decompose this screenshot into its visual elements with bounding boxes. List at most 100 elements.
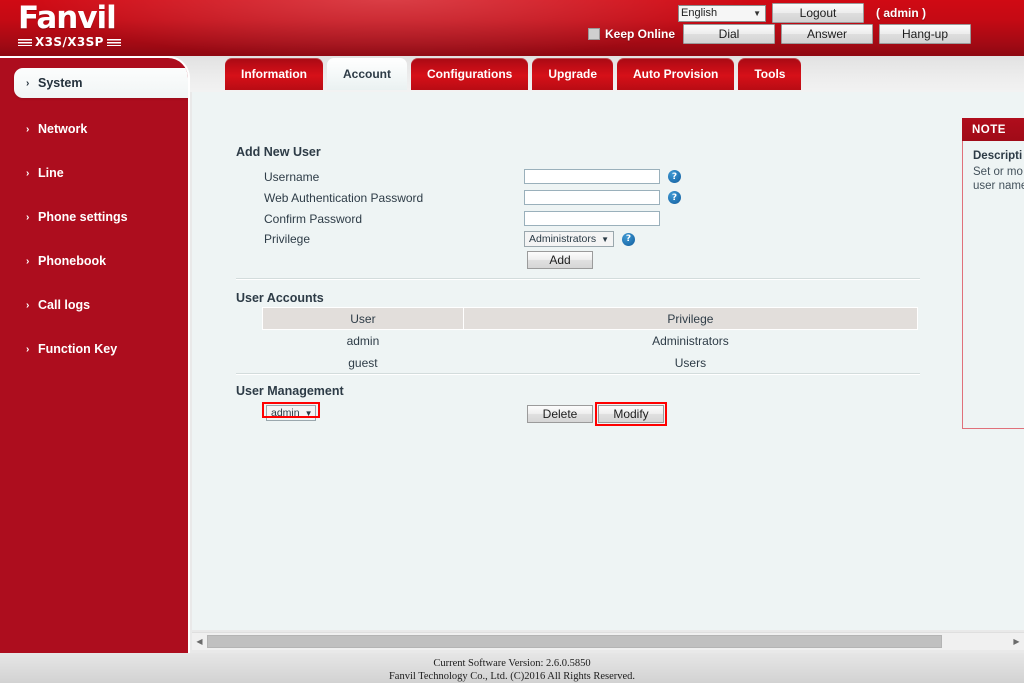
chevron-right-icon: › (26, 77, 30, 89)
software-version-text: Current Software Version: 2.6.0.5850 (433, 658, 591, 669)
tab-configurations[interactable]: Configurations (411, 58, 529, 90)
header-call-controls: Keep Online Dial Answer Hang-up (588, 24, 972, 44)
sidebar-item-network[interactable]: › Network (0, 114, 188, 144)
logout-button[interactable]: Logout (772, 3, 864, 23)
logo-bars-left-icon (18, 38, 32, 46)
user-management-title: User Management (236, 384, 344, 398)
user-accounts-title: User Accounts (236, 291, 324, 305)
modify-button[interactable]: Modify (598, 405, 664, 423)
tab-upgrade[interactable]: Upgrade (532, 58, 614, 90)
table-row[interactable]: guest Users (263, 352, 918, 374)
keep-online-label: Keep Online (605, 27, 676, 41)
column-header-privilege: Privilege (462, 307, 919, 330)
scroll-right-arrow-icon[interactable]: ▶ (1009, 634, 1024, 649)
user-management-select-value: admin (271, 407, 300, 419)
cell-privilege: Administrators (652, 334, 729, 348)
keep-online-checkbox[interactable] (588, 28, 600, 40)
note-panel-body: Descripti Set or mo user name (962, 141, 1024, 429)
sidebar-item-call-logs[interactable]: › Call logs (0, 290, 188, 320)
privilege-row: Privilege Administrators ▼ ? (264, 231, 635, 247)
brand-name: Fanvil (18, 0, 117, 36)
chevron-right-icon: › (26, 299, 30, 311)
chevron-right-icon: › (26, 167, 30, 179)
add-user-button[interactable]: Add (527, 251, 593, 269)
tab-list: Information Account Configurations Upgra… (225, 58, 802, 90)
web-auth-password-input[interactable] (524, 190, 660, 205)
sidebar-item-label: Call logs (38, 298, 91, 312)
main-content: Add New User Username ? Web Authenticati… (192, 92, 1024, 630)
user-management-select[interactable]: admin ▼ (266, 405, 316, 421)
phone-web-ui: Fanvil X3S/X3SP English ▼ Logout ( admin… (0, 0, 1024, 683)
language-select[interactable]: English ▼ (678, 4, 766, 22)
current-user-label: ( admin ) (876, 6, 926, 20)
keep-online-group[interactable]: Keep Online (588, 27, 675, 41)
column-header-user: User (262, 307, 464, 330)
divider (236, 373, 920, 375)
privilege-select-value: Administrators (529, 233, 597, 245)
note-panel-header: NOTE (962, 118, 1024, 141)
help-icon[interactable]: ? (668, 191, 681, 204)
web-auth-password-label: Web Authentication Password (264, 190, 424, 205)
hangup-button[interactable]: Hang-up (879, 24, 972, 44)
sidebar: › System › Network › Line › Phone settin… (0, 56, 190, 653)
sidebar-item-label: Phonebook (38, 254, 107, 268)
chevron-down-icon: ▼ (601, 234, 610, 244)
divider (236, 278, 920, 280)
note-description-title: Descripti (973, 150, 1023, 162)
user-accounts-table: User Privilege admin Administrators gues… (262, 307, 919, 374)
answer-button[interactable]: Answer (781, 24, 874, 44)
add-new-user-title: Add New User (236, 145, 321, 159)
web-auth-password-row: Web Authentication Password ? (264, 190, 681, 205)
confirm-password-row: Confirm Password (264, 211, 660, 226)
confirm-password-input[interactable] (524, 211, 660, 226)
language-select-value: English (681, 7, 718, 19)
username-row: Username ? (264, 169, 681, 184)
sidebar-item-phonebook[interactable]: › Phonebook (0, 246, 188, 276)
chevron-right-icon: › (26, 123, 30, 135)
tab-account[interactable]: Account (327, 58, 407, 90)
sidebar-item-label: Line (38, 166, 64, 180)
note-description-text: Set or mo user name (973, 166, 1024, 192)
cell-user: admin (346, 334, 380, 348)
chevron-right-icon: › (26, 211, 30, 223)
header-top-controls: English ▼ Logout ( admin ) (678, 3, 926, 23)
chevron-down-icon: ▼ (753, 8, 761, 18)
username-label: Username (264, 169, 320, 184)
sidebar-item-function-key[interactable]: › Function Key (0, 334, 188, 364)
tab-tools[interactable]: Tools (738, 58, 802, 90)
sidebar-item-phone-settings[interactable]: › Phone settings (0, 202, 188, 232)
chevron-right-icon: › (26, 343, 30, 355)
scrollbar-track[interactable] (207, 634, 1009, 649)
table-header-row: User Privilege (262, 307, 919, 330)
privilege-select[interactable]: Administrators ▼ (524, 231, 614, 247)
brand-logo: Fanvil X3S/X3SP (18, 3, 138, 51)
sidebar-item-label: Phone settings (38, 210, 128, 224)
sidebar-item-system[interactable]: › System (14, 68, 188, 98)
note-panel: NOTE Descripti Set or mo user name (962, 118, 1024, 429)
horizontal-scrollbar[interactable]: ◀ ▶ (192, 632, 1024, 650)
sidebar-item-label: Network (38, 122, 88, 136)
help-icon[interactable]: ? (622, 232, 635, 246)
tab-information[interactable]: Information (225, 58, 323, 90)
brand-model: X3S/X3SP (35, 35, 104, 49)
page-header: Fanvil X3S/X3SP English ▼ Logout ( admin… (0, 0, 1024, 56)
privilege-label: Privilege (264, 232, 311, 246)
brand-model-row: X3S/X3SP (18, 35, 138, 49)
logo-bars-right-icon (106, 38, 121, 46)
sidebar-item-label: Function Key (38, 342, 118, 356)
cell-user: guest (348, 356, 378, 370)
tab-auto-provision[interactable]: Auto Provision (617, 58, 735, 90)
confirm-password-label: Confirm Password (264, 211, 363, 226)
sidebar-item-line[interactable]: › Line (0, 158, 188, 188)
dial-button[interactable]: Dial (683, 24, 776, 44)
chevron-down-icon: ▼ (304, 408, 313, 418)
copyright-text: Fanvil Technology Co., Ltd. (C)2016 All … (388, 671, 636, 682)
scrollbar-thumb[interactable] (207, 635, 942, 648)
delete-button[interactable]: Delete (527, 405, 593, 423)
table-row[interactable]: admin Administrators (263, 330, 918, 353)
username-input[interactable] (524, 169, 660, 184)
scroll-left-arrow-icon[interactable]: ◀ (192, 634, 207, 649)
help-icon[interactable]: ? (668, 170, 681, 183)
page-footer: Current Software Version: 2.6.0.5850 Fan… (0, 653, 1024, 683)
chevron-right-icon: › (26, 255, 30, 267)
